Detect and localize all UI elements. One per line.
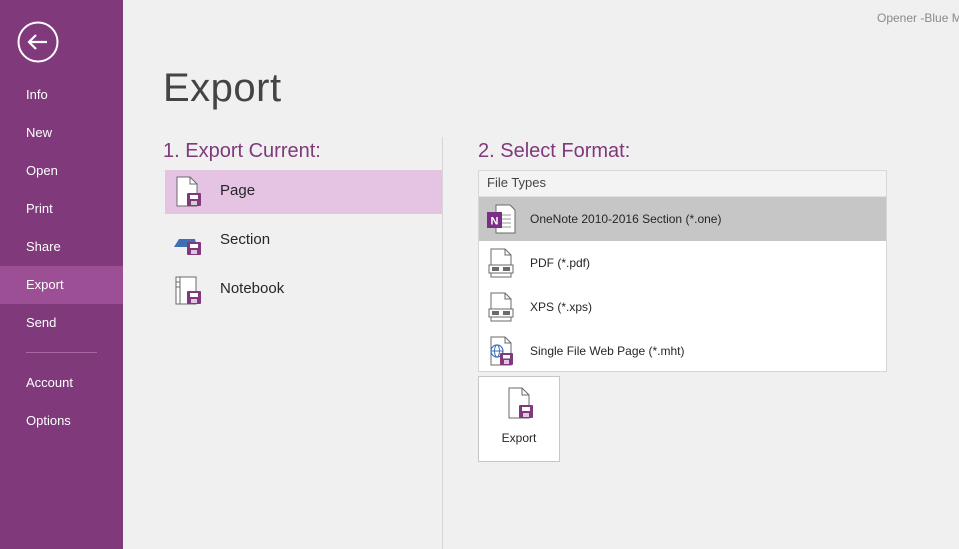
format-onenote[interactable]: N OneNote 2010-2016 Section (*.one)	[479, 197, 886, 241]
format-label: Single File Web Page (*.mht)	[530, 344, 685, 358]
onenote-icon: N	[487, 204, 516, 234]
format-xps[interactable]: XPS (*.xps)	[479, 285, 886, 329]
export-option-page[interactable]: Page	[165, 170, 442, 214]
page-icon	[176, 176, 201, 207]
column-divider	[442, 137, 443, 549]
back-button[interactable]	[17, 21, 59, 63]
export-button-label: Export	[501, 431, 537, 445]
format-label: XPS (*.xps)	[530, 300, 593, 314]
select-format-heading: 2. Select Format:	[478, 140, 631, 162]
section-icon	[174, 239, 201, 255]
file-types-header: File Types	[479, 171, 886, 197]
export-option-section[interactable]: Section	[165, 219, 442, 263]
export-option-label: Section	[220, 231, 271, 248]
export-option-label: Notebook	[220, 280, 285, 297]
nav-share[interactable]: Share	[0, 228, 123, 266]
nav-send[interactable]: Send	[0, 304, 123, 342]
export-option-label: Page	[220, 182, 256, 199]
format-mht[interactable]: Single File Web Page (*.mht)	[479, 329, 886, 373]
export-current-heading: 1. Export Current:	[163, 140, 321, 162]
file-types-list: File Types N OneNote 2010-2016 Section (…	[478, 170, 887, 372]
pdf-icon	[488, 248, 514, 278]
nav-new[interactable]: New	[0, 114, 123, 152]
page-title: Export	[163, 66, 282, 110]
format-label: PDF (*.pdf)	[530, 256, 591, 270]
window-title: Opener -Blue M	[877, 11, 959, 25]
nav-account[interactable]: Account	[0, 364, 123, 402]
nav-export[interactable]: Export	[0, 266, 123, 304]
export-button[interactable]: Export	[478, 376, 560, 462]
nav-options[interactable]: Options	[0, 402, 123, 440]
nav-open[interactable]: Open	[0, 152, 123, 190]
nav-info[interactable]: Info	[0, 76, 123, 114]
web-page-icon	[490, 336, 513, 366]
backstage-sidebar: Info New Open Print Share Export Send Ac…	[0, 0, 123, 549]
export-option-notebook[interactable]: Notebook	[165, 268, 442, 312]
nav-divider	[26, 352, 97, 353]
xps-icon	[488, 292, 514, 322]
back-arrow-icon	[17, 21, 59, 63]
format-pdf[interactable]: PDF (*.pdf)	[479, 241, 886, 285]
save-icon	[508, 387, 533, 419]
svg-text:N: N	[491, 216, 499, 228]
nav-print[interactable]: Print	[0, 190, 123, 228]
format-label: OneNote 2010-2016 Section (*.one)	[530, 212, 722, 226]
notebook-icon	[175, 276, 201, 305]
